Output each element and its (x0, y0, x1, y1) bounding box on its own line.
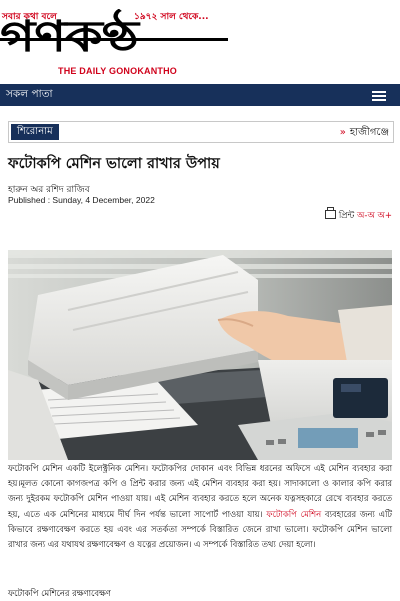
article-title: ফটোকপি মেশিন ভালো রাখার উপায় (8, 156, 220, 172)
printer-icon[interactable] (324, 207, 336, 219)
ticker-headline[interactable]: » হাজীগঞ্জে (340, 125, 389, 142)
article-body: ফটোকপি মেশিন একটি ইলেক্ট্রনিক মেশিন। ফটো… (8, 461, 392, 552)
masthead: সবার কথা বলে ১৯৭২ সাল থেকে... গণকণ্ঠ THE… (0, 0, 400, 82)
nav-bar: সকল পাতা (0, 84, 400, 106)
hamburger-icon[interactable] (372, 91, 386, 101)
double-arrow-icon: » (339, 127, 346, 138)
font-size-controls[interactable]: অ-অ অ+ (357, 211, 392, 221)
inline-keyword-link[interactable]: ফটোকপি মেশিন (266, 509, 321, 519)
site-logo[interactable]: গণকণ্ঠ (0, 12, 230, 66)
ticker-label: শিরোনাম (11, 124, 59, 140)
article-subhead: ফটোকপি মেশিনের রক্ষণাবেক্ষণ (8, 588, 111, 598)
headline-ticker: শিরোনাম » হাজীগঞ্জে (8, 121, 394, 143)
print-link[interactable]: প্রিন্ট (339, 211, 354, 221)
ticker-headline-text: হাজীগঞ্জে (349, 127, 389, 138)
english-name: THE DAILY GONOKANTHO (58, 66, 178, 76)
article-tools: প্রিন্ট অ-অ অ+ (324, 207, 392, 223)
article-hero-image (8, 250, 392, 460)
nav-all-pages-link[interactable]: সকল পাতা (6, 87, 53, 104)
logo-text: গণকণ্ঠ (0, 12, 139, 62)
published-date: Published : Sunday, 4 December, 2022 (8, 195, 155, 205)
